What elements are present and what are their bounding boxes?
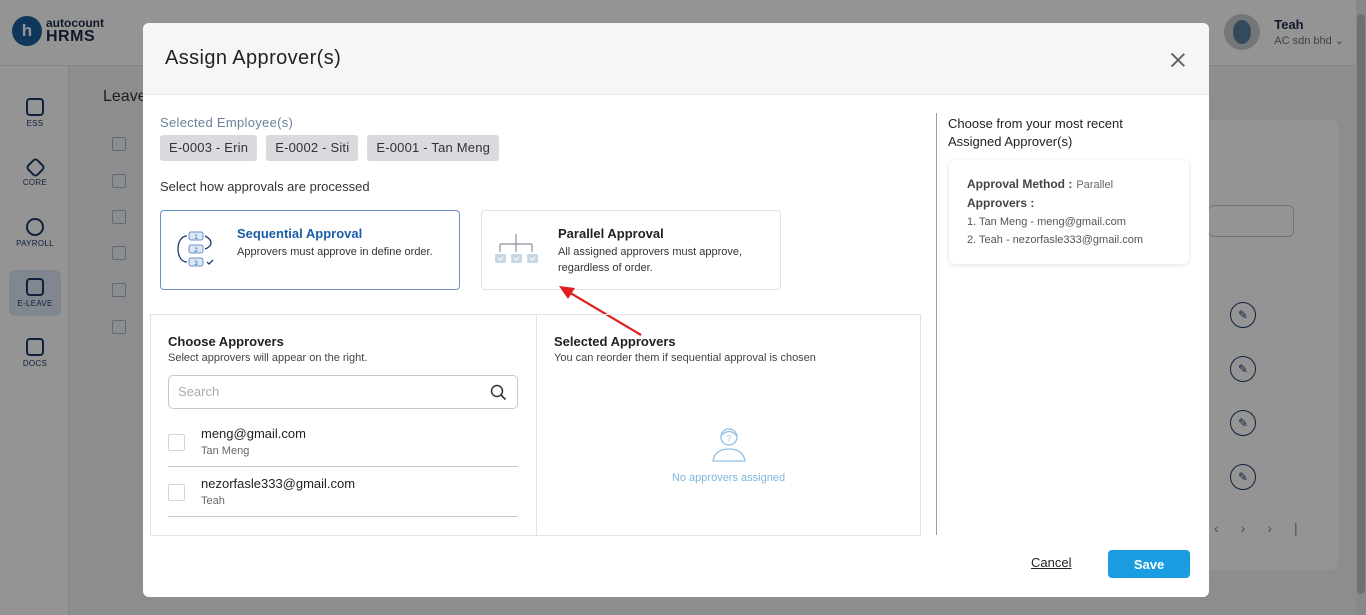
empty-state-text: No approvers assigned [671,472,786,484]
selected-approvers-subtitle: You can reorder them if sequential appro… [554,352,816,364]
approver-email: nezorfasle333@gmail.com [201,476,356,491]
recent-approver-item: 1. Tan Meng - meng@gmail.com [967,216,1126,228]
recent-method-label: Approval Method : [967,177,1073,191]
approver-row[interactable]: nezorfasle333@gmail.com Teah [168,467,518,517]
close-icon[interactable] [1167,49,1189,71]
approver-picker: Choose Approvers Select approvers will a… [150,314,921,536]
employee-chip: E-0002 - Siti [266,135,359,161]
method-title: Parallel Approval [558,226,664,241]
approver-checkbox[interactable] [168,484,185,501]
dialog-header: Assign Approver(s) [143,23,1209,95]
method-title: Sequential Approval [237,226,363,241]
recent-approvers-title: Choose from your most recent Assigned Ap… [948,116,1123,149]
panel-divider [936,113,937,535]
no-approvers-icon: ? [711,428,746,462]
selected-approvers-title: Selected Approvers [554,334,676,349]
approver-search[interactable] [168,375,518,409]
approver-name: Tan Meng [201,445,250,457]
sequential-approval-option[interactable]: 1 2 3 Sequential Approval Approvers must… [160,210,460,290]
recent-approver-card[interactable]: Approval Method : Parallel Approvers : 1.… [949,160,1189,264]
search-icon[interactable] [490,384,507,401]
dialog-title: Assign Approver(s) [165,47,342,69]
employee-chip: E-0001 - Tan Meng [367,135,500,161]
method-description: Approvers must approve in define order. [237,246,433,258]
sequential-approval-icon: 1 2 3 [177,231,214,267]
recent-method-row: Approval Method : Parallel [967,177,1113,191]
employee-chips: E-0003 - Erin E-0002 - Siti E-0001 - Tan… [160,135,500,161]
approver-checkbox[interactable] [168,434,185,451]
recent-method-value: Parallel [1076,179,1114,191]
assign-approvers-dialog: Assign Approver(s) Selected Employee(s) … [143,23,1209,597]
approver-name: Teah [201,495,225,507]
search-input[interactable] [178,384,478,399]
parallel-approval-icon [495,234,538,263]
parallel-approval-option[interactable]: Parallel Approval All assigned approvers… [481,210,781,290]
approval-method-label: Select how approvals are processed [160,179,370,194]
recent-approver-item: 2. Teah - nezorfasle333@gmail.com [967,234,1144,246]
svg-text:?: ? [726,434,731,443]
choose-approvers-title: Choose Approvers [168,334,284,349]
recent-approvers-label: Approvers : [967,196,1035,210]
approver-email: meng@gmail.com [201,426,306,441]
empty-state: ? No approvers assigned [537,425,920,484]
selected-employees-label: Selected Employee(s) [160,115,294,130]
save-button[interactable]: Save [1108,550,1190,578]
approver-row[interactable]: meng@gmail.com Tan Meng [168,417,518,467]
employee-chip: E-0003 - Erin [160,135,258,161]
cancel-button[interactable]: Cancel [1031,555,1071,570]
method-description: All assigned approvers must approve, reg… [558,246,743,274]
choose-approvers-subtitle: Select approvers will appear on the righ… [168,352,368,364]
